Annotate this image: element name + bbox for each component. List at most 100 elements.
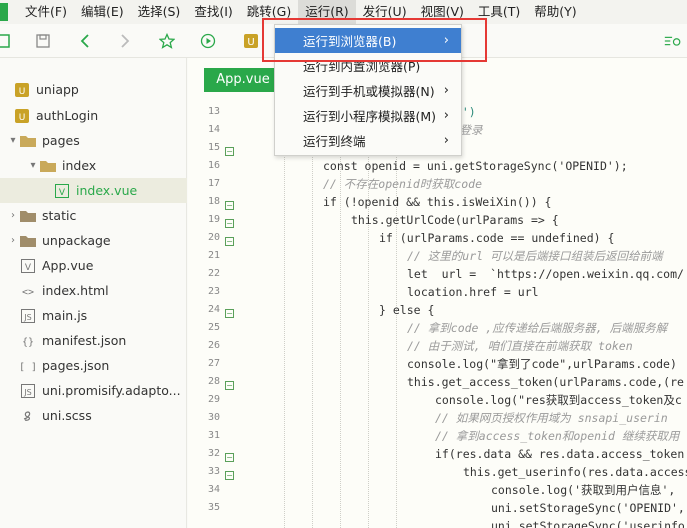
js-file-icon: JS [20, 308, 36, 324]
tree-item-label: pages [42, 133, 80, 148]
forward-arrow-icon[interactable] [115, 31, 135, 51]
chevron-right-icon: › [443, 108, 449, 123]
line-number-gutter: 13 14 15 16 17 18 19 20 21 22 23 24 25 2… [188, 98, 244, 528]
tree-item-label: uni.scss [42, 408, 92, 423]
code-token: this.getUrlCode(urlParams => { [351, 213, 559, 227]
tree-item-label: pages.json [42, 358, 110, 373]
unipp-icon[interactable]: U [241, 31, 261, 51]
tree-item-label: App.vue [42, 258, 94, 273]
menu-item-label: 运行到终端 [303, 134, 366, 149]
search-panel-icon[interactable] [663, 31, 683, 51]
code-token: if (!openid && this.isWeiXin()) { [323, 195, 552, 209]
svg-text:<>: <> [22, 287, 34, 298]
fold-toggle-icon[interactable]: − [225, 453, 234, 462]
project-icon: U [14, 108, 30, 124]
menu-publish[interactable]: 发行(U) [356, 0, 414, 24]
tree-item-pages-json[interactable]: [ ] pages.json [0, 353, 187, 378]
menu-edit[interactable]: 编辑(E) [74, 0, 131, 24]
tree-item-main-js[interactable]: JS main.js [0, 303, 187, 328]
tab-app-vue[interactable]: App.vue [204, 68, 282, 92]
tree-item-app-vue[interactable]: V App.vue [0, 253, 187, 278]
json-file-icon: {} [20, 333, 36, 349]
menu-item-label: 运行到手机或模拟器(N) [303, 84, 435, 99]
menu-tools[interactable]: 工具(T) [471, 0, 527, 24]
tree-item-label: index.html [42, 283, 109, 298]
star-icon[interactable] [157, 31, 177, 51]
tree-item-authlogin[interactable]: U authLogin [0, 103, 187, 128]
chevron-down-icon[interactable]: ▾ [26, 160, 40, 171]
js-file-icon: JS [20, 383, 36, 399]
svg-text:U: U [19, 87, 26, 97]
menu-find[interactable]: 查找(I) [187, 0, 239, 24]
scss-file-icon [20, 408, 36, 424]
tree-item-manifest-json[interactable]: {} manifest.json [0, 328, 187, 353]
folder-icon [20, 133, 36, 149]
svg-text:[ ]: [ ] [21, 362, 35, 373]
tree-item-label: manifest.json [42, 333, 127, 348]
menu-file[interactable]: 文件(F) [18, 0, 74, 24]
tree-item-label: uniapp [36, 82, 79, 97]
chevron-right-icon: › [443, 133, 449, 148]
code-token: this.get_access_token(urlParams.code,(re [407, 375, 684, 389]
chevron-right-icon[interactable]: › [6, 210, 20, 221]
chevron-right-icon: › [443, 83, 449, 98]
svg-text:JS: JS [23, 313, 31, 322]
fold-toggle-icon[interactable]: − [225, 381, 234, 390]
code-token: uni.setStorageSync('OPENID', [491, 501, 685, 515]
code-token: if(res.data && res.data.access_token [435, 447, 685, 461]
menu-view[interactable]: 视图(V) [414, 0, 471, 24]
svg-text:JS: JS [23, 388, 31, 397]
fold-toggle-icon[interactable]: − [225, 471, 234, 480]
tree-item-uni-promisify[interactable]: JS uni.promisify.adapto... [0, 378, 187, 403]
menu-item-run-to-device[interactable]: 运行到手机或模拟器(N) › [275, 78, 461, 103]
run-icon[interactable] [198, 31, 218, 51]
fold-toggle-icon[interactable]: − [225, 309, 234, 318]
back-arrow-icon[interactable] [75, 31, 95, 51]
svg-text:V: V [25, 263, 32, 273]
code-area[interactable]: ow') 动登录 const openid = uni.getStorageSy… [248, 98, 687, 528]
chevron-right-icon: › [443, 33, 449, 48]
code-token: // 这里的url 可以是后端接口组装后返回给前端 [407, 249, 663, 263]
project-tree: U uniapp U authLogin ▾ pages ▾ index V i… [0, 58, 187, 528]
chevron-down-icon[interactable]: ▾ [6, 135, 20, 146]
fold-toggle-icon[interactable]: − [225, 147, 234, 156]
folder-icon [40, 158, 56, 174]
folder-icon [20, 208, 36, 224]
tree-item-index-html[interactable]: <> index.html [0, 278, 187, 303]
menu-item-run-to-builtin-browser[interactable]: 运行到内置浏览器(P) [275, 53, 461, 78]
menu-item-run-to-browser[interactable]: 运行到浏览器(B) › [275, 28, 461, 53]
tree-item-index-folder[interactable]: ▾ index [0, 153, 187, 178]
tree-item-static[interactable]: › static [0, 203, 187, 228]
menu-help[interactable]: 帮助(Y) [527, 0, 583, 24]
chevron-right-icon[interactable]: › [6, 235, 20, 246]
menu-item-run-to-terminal[interactable]: 运行到终端 › [275, 128, 461, 153]
tree-item-uniapp[interactable]: U uniapp [0, 77, 187, 102]
fold-toggle-icon[interactable]: − [225, 201, 234, 210]
app-logo-icon [0, 3, 8, 21]
fold-toggle-icon[interactable]: − [225, 219, 234, 228]
tree-item-index-vue[interactable]: V index.vue [0, 178, 187, 203]
tree-item-unpackage[interactable]: › unpackage [0, 228, 187, 253]
menu-item-run-to-miniprogram[interactable]: 运行到小程序模拟器(M) › [275, 103, 461, 128]
project-icon: U [14, 82, 30, 98]
code-token: location.href = url [407, 285, 539, 299]
folder-icon [20, 233, 36, 249]
tree-item-uni-scss[interactable]: uni.scss [0, 403, 187, 428]
menubar: 文件(F) 编辑(E) 选择(S) 查找(I) 跳转(G) 运行(R) 发行(U… [0, 0, 687, 24]
tree-item-label: static [42, 208, 77, 223]
menu-select[interactable]: 选择(S) [131, 0, 188, 24]
fold-toggle-icon[interactable]: − [225, 237, 234, 246]
run-menu-dropdown: 运行到浏览器(B) › 运行到内置浏览器(P) 运行到手机或模拟器(N) › 运… [274, 24, 462, 156]
code-token: // 拿到access_token和openid 继续获取用 [435, 429, 680, 443]
svg-text:{}: {} [22, 337, 34, 348]
menu-goto[interactable]: 跳转(G) [240, 0, 298, 24]
code-token: // 由于测试, 咱们直接在前端获取 token [407, 339, 633, 353]
new-file-icon[interactable] [0, 31, 14, 51]
menu-item-label: 运行到小程序模拟器(M) [303, 109, 437, 124]
code-token: // 如果网页授权作用域为 snsapi_userin [435, 411, 668, 425]
menu-run[interactable]: 运行(R) [298, 0, 356, 24]
tree-item-pages[interactable]: ▾ pages [0, 128, 187, 153]
save-icon[interactable] [33, 31, 53, 51]
code-token: // 不存在openid时获取code [323, 177, 483, 191]
svg-text:V: V [59, 188, 66, 198]
